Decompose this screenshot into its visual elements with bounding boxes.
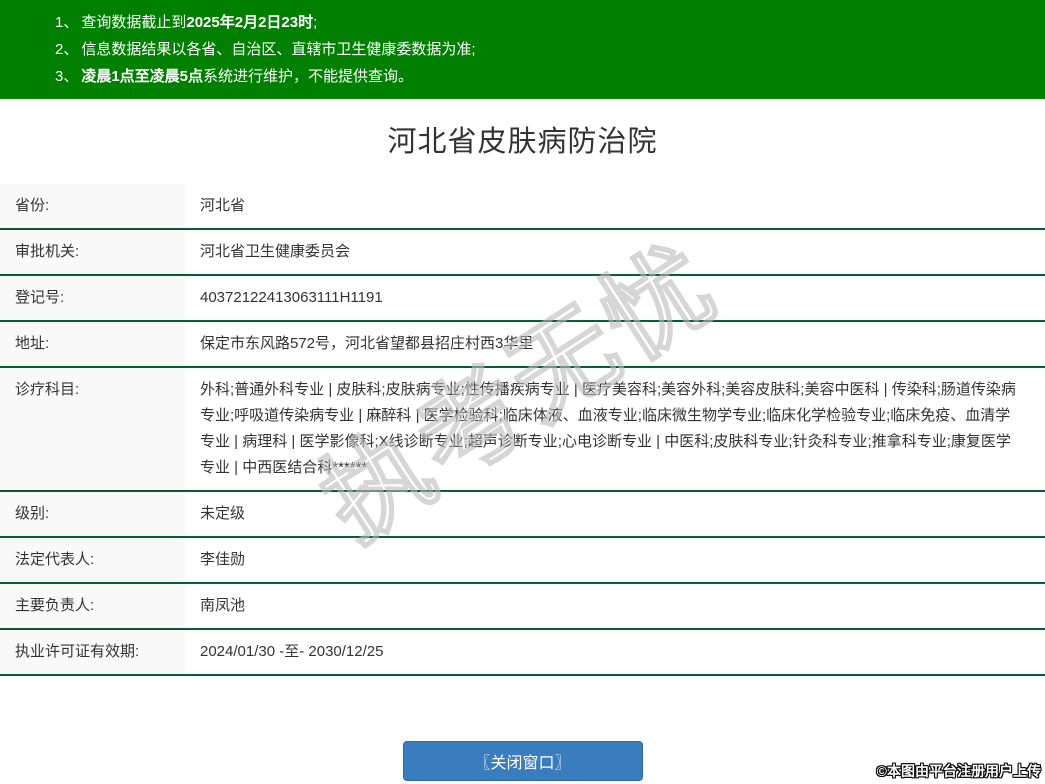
notice-number: 3、 (55, 68, 79, 85)
upload-credit-text: ©本图由平台注册用户上传 (876, 763, 1041, 779)
row-value: 未定级 (200, 505, 246, 522)
row-value: 李佳勋 (200, 551, 246, 568)
row-label: 法定代表人: (0, 538, 185, 582)
notice-text: 信息数据结果以各省、自治区、直辖市卫生健康委数据为准; (81, 41, 476, 58)
table-row-legal-representative: 法定代表人: 李佳勋 (0, 538, 1045, 584)
notice-text-bold: 凌晨1点至凌晨5点 (81, 68, 204, 85)
row-label: 省份: (0, 184, 185, 228)
close-window-button[interactable]: 〖关闭窗口〗 (402, 741, 643, 781)
notice-text: 查询数据截止到 (81, 14, 187, 31)
row-value: 河北省 (200, 197, 246, 214)
table-row-license-validity: 执业许可证有效期: 2024/01/30 -至- 2030/12/25 (0, 630, 1045, 676)
row-value: 保定市东风路572号，河北省望都县招庄村西3华里 (200, 335, 534, 352)
row-label: 级别: (0, 492, 185, 536)
table-row-level: 级别: 未定级 (0, 492, 1045, 538)
page-title: 河北省皮肤病防治院 (387, 126, 658, 158)
table-row-province: 省份: 河北省 (0, 184, 1045, 230)
row-value: 40372122413063111H1191 (200, 289, 383, 306)
table-row-main-responsible-person: 主要负责人: 南凤池 (0, 584, 1045, 630)
notice-number: 1、 (55, 14, 79, 31)
row-label: 主要负责人: (0, 584, 185, 628)
institution-info-table: 省份: 河北省 审批机关: 河北省卫生健康委员会 登记号: 4037212241… (0, 184, 1045, 676)
notice-text: ; (313, 14, 318, 31)
table-row-medical-subjects: 诊疗科目: 外科;普通外科专业 | 皮肤科;皮肤病专业;性传播疾病专业 | 医疗… (0, 368, 1045, 492)
notice-text-bold: 2025年2月2日23时 (186, 14, 314, 31)
notice-line-3: 3、 凌晨1点至凌晨5点系统进行维护，不能提供查询。 (55, 63, 1035, 90)
notice-banner: 1、 查询数据截止到2025年2月2日23时; 2、 信息数据结果以各省、自治区、直… (0, 0, 1045, 99)
row-label: 执业许可证有效期: (0, 630, 185, 674)
notice-line-2: 2、 信息数据结果以各省、自治区、直辖市卫生健康委数据为准; (55, 36, 1035, 63)
table-row-approval-authority: 审批机关: 河北省卫生健康委员会 (0, 230, 1045, 276)
notice-number: 2、 (55, 41, 79, 58)
table-row-registration-number: 登记号: 40372122413063111H1191 (0, 276, 1045, 322)
notice-line-1: 1、 查询数据截止到2025年2月2日23时; (55, 9, 1035, 36)
row-value: 2024/01/30 -至- 2030/12/25 (200, 643, 384, 660)
row-label: 登记号: (0, 276, 185, 320)
row-value: 河北省卫生健康委员会 (200, 243, 351, 260)
row-label: 诊疗科目: (0, 368, 185, 490)
row-label: 审批机关: (0, 230, 185, 274)
row-label: 地址: (0, 322, 185, 366)
row-value: 外科;普通外科专业 | 皮肤科;皮肤病专业;性传播疾病专业 | 医疗美容科;美容… (200, 381, 1016, 476)
row-value: 南凤池 (200, 597, 246, 614)
table-row-address: 地址: 保定市东风路572号，河北省望都县招庄村西3华里 (0, 322, 1045, 368)
notice-text: 系统进行维护，不能提供查询。 (203, 68, 414, 85)
